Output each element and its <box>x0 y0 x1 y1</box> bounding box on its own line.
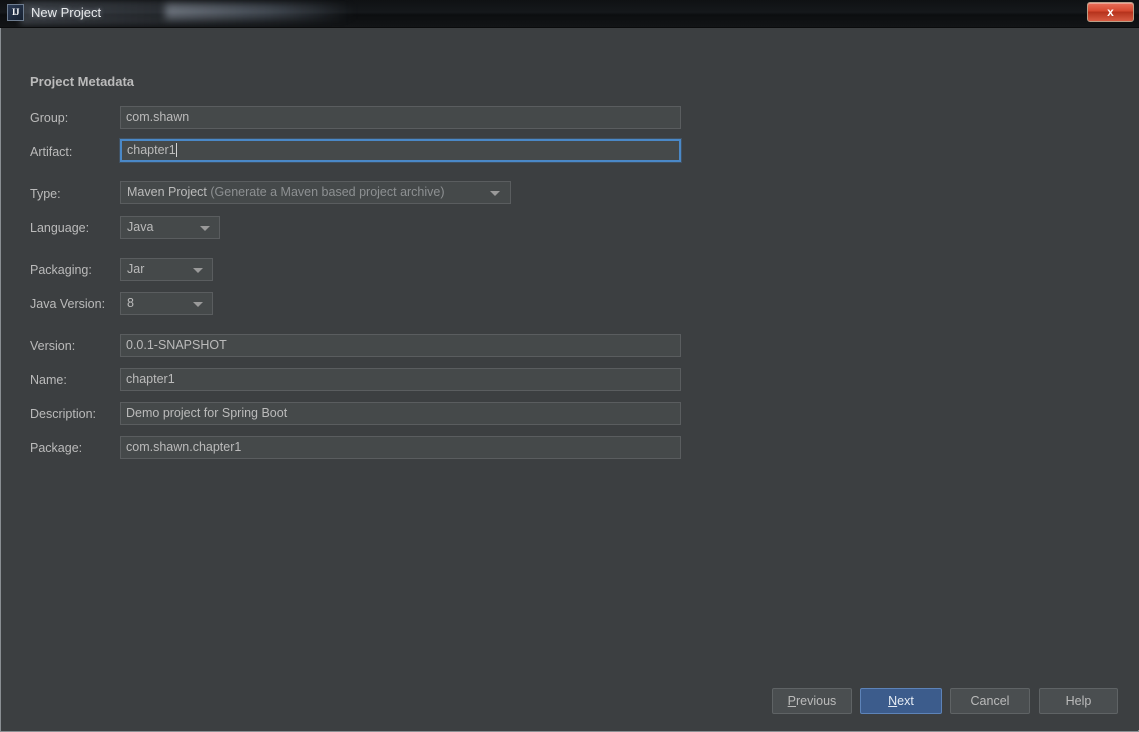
name-input[interactable]: chapter1 <box>120 368 681 391</box>
next-button[interactable]: Next <box>860 688 942 714</box>
chevron-down-icon <box>490 191 500 196</box>
title-bar: IJ New Project x <box>0 0 1139 28</box>
previous-button-label-rest: revious <box>796 694 837 708</box>
dialog-content: Project Metadata Group: com.shawn Artifa… <box>2 28 1139 730</box>
type-combo[interactable]: Maven Project (Generate a Maven based pr… <box>120 181 511 204</box>
next-button-label-rest: ext <box>897 694 914 708</box>
java-version-combo[interactable]: 8 <box>120 292 213 315</box>
label-java-version: Java Version: <box>30 297 106 311</box>
label-language: Language: <box>30 221 90 235</box>
description-input[interactable]: Demo project for Spring Boot <box>120 402 681 425</box>
previous-button-mnemonic: P <box>787 694 797 708</box>
artifact-input[interactable]: chapter1 <box>120 139 681 162</box>
label-description: Description: <box>30 407 96 421</box>
language-combo-value: Java <box>127 220 154 234</box>
label-version: Version: <box>30 339 76 353</box>
chevron-down-icon <box>200 226 210 231</box>
chevron-down-icon <box>193 302 203 307</box>
text-caret <box>175 143 177 157</box>
package-input[interactable]: com.shawn.chapter1 <box>120 436 681 459</box>
close-icon[interactable]: x <box>1087 2 1134 22</box>
help-button[interactable]: Help <box>1039 688 1118 714</box>
language-combo[interactable]: Java <box>120 216 220 239</box>
window-title: New Project <box>31 5 102 20</box>
new-project-dialog: IJ New Project x Project Metadata Group:… <box>0 0 1139 732</box>
label-artifact: Artifact: <box>30 145 73 159</box>
label-packaging: Packaging: <box>30 263 92 277</box>
section-title: Project Metadata <box>30 74 135 89</box>
version-input[interactable]: 0.0.1-SNAPSHOT <box>120 334 681 357</box>
next-button-mnemonic: N <box>888 694 898 708</box>
artifact-input-value: chapter1 <box>127 143 176 157</box>
label-type: Type: <box>30 187 61 201</box>
dialog-frame: Project Metadata Group: com.shawn Artifa… <box>0 28 1139 732</box>
previous-button[interactable]: Previous <box>772 688 852 714</box>
title-bar-glow-secondary <box>165 4 355 19</box>
label-package: Package: <box>30 441 83 455</box>
label-name: Name: <box>30 373 67 387</box>
type-combo-value: Maven Project <box>127 185 207 199</box>
packaging-combo-value: Jar <box>127 262 145 276</box>
java-version-combo-value: 8 <box>127 296 134 310</box>
cancel-button[interactable]: Cancel <box>950 688 1030 714</box>
intellij-idea-icon: IJ <box>7 4 24 21</box>
label-group: Group: <box>30 111 69 125</box>
type-combo-value-suffix: (Generate a Maven based project archive) <box>206 185 445 199</box>
group-input[interactable]: com.shawn <box>120 106 681 129</box>
packaging-combo[interactable]: Jar <box>120 258 213 281</box>
chevron-down-icon <box>193 268 203 273</box>
